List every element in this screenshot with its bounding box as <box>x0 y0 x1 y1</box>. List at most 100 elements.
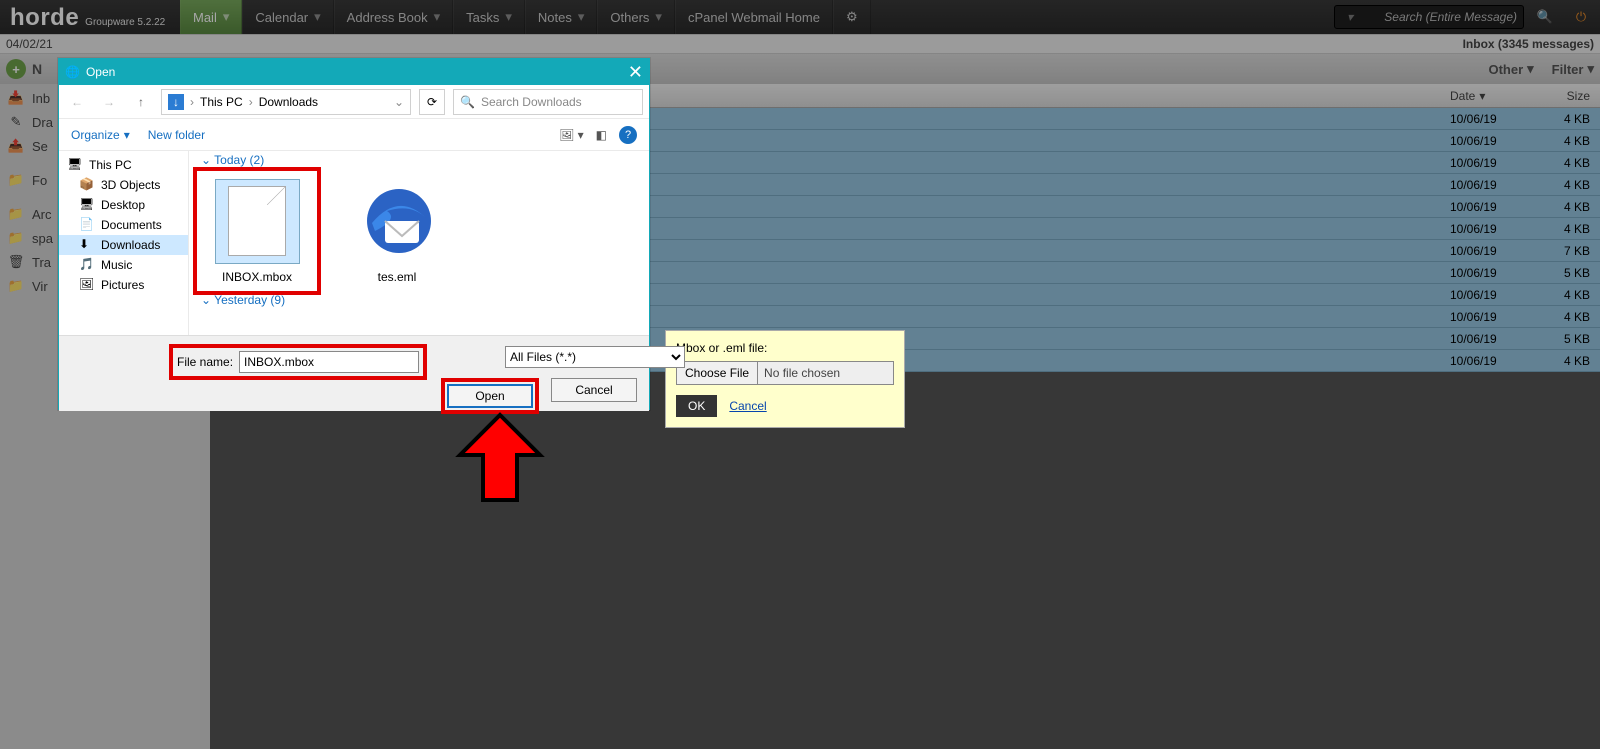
col-date[interactable]: Date▾ <box>1450 89 1530 103</box>
refresh-button[interactable]: ⟳ <box>419 89 445 115</box>
folder-icon: 📁 <box>8 278 24 294</box>
search-folder[interactable]: 🔍 Search Downloads <box>453 89 643 115</box>
chevron-down-icon: ▾ <box>1347 10 1353 24</box>
ok-button[interactable]: OK <box>676 395 717 417</box>
download-icon: ↓ <box>168 94 184 110</box>
msg-date: 10/06/19 <box>1450 112 1530 126</box>
nav-others[interactable]: Others▾ <box>597 0 675 34</box>
search-icon: 🔍 <box>1537 9 1553 25</box>
download-icon: ⬇ <box>79 237 95 253</box>
nav-notes[interactable]: Notes▾ <box>525 0 598 34</box>
msg-date: 10/06/19 <box>1450 200 1530 214</box>
group-today[interactable]: ⌄ Today (2) <box>201 153 637 167</box>
msg-date: 10/06/19 <box>1450 332 1530 346</box>
music-icon: 🎵 <box>79 257 95 273</box>
msg-date: 10/06/19 <box>1450 266 1530 280</box>
pc-icon: 🖥 <box>67 157 83 173</box>
import-popup: Mbox or .eml file: Choose File No file c… <box>665 330 905 428</box>
dialog-title: Open <box>86 65 115 79</box>
newfolder-button[interactable]: New folder <box>148 128 205 142</box>
bc-thispc[interactable]: This PC <box>200 95 243 109</box>
chevron-down-icon: ▾ <box>1587 61 1594 77</box>
nav-mail[interactable]: Mail▾ <box>180 0 242 34</box>
file-view: ⌄ Today (2) INBOX.mbox tes.eml ⌄ Yesterd… <box>189 151 649 335</box>
bc-downloads[interactable]: Downloads <box>259 95 318 109</box>
filename-label: File name: <box>177 355 233 369</box>
cancel-button[interactable]: Cancel <box>551 378 637 402</box>
forward-button[interactable]: → <box>97 95 121 109</box>
msg-date: 10/06/19 <box>1450 244 1530 258</box>
search-folder-ph: Search Downloads <box>481 95 582 109</box>
nav-addressbook[interactable]: Address Book▾ <box>334 0 453 34</box>
status-bar: 04/02/21 Inbox (3345 messages) <box>0 34 1600 54</box>
msg-size: 4 KB <box>1530 112 1600 126</box>
tree-desktop[interactable]: 🖥Desktop <box>59 195 188 215</box>
organize-menu[interactable]: Organize ▾ <box>71 128 130 142</box>
breadcrumb[interactable]: ↓ › This PC › Downloads ⌄ <box>161 89 411 115</box>
nav-settings[interactable]: ⚙ <box>833 0 871 34</box>
tree-documents[interactable]: 📄Documents <box>59 215 188 235</box>
logout-button[interactable]: ⏻ <box>1566 2 1596 32</box>
tree-downloads[interactable]: ⬇Downloads <box>59 235 188 255</box>
other-dropdown[interactable]: Other▾ <box>1488 61 1533 77</box>
msg-date: 10/06/19 <box>1450 178 1530 192</box>
tree-3d[interactable]: 📦3D Objects <box>59 175 188 195</box>
chevron-down-icon[interactable]: ⌄ <box>394 95 404 109</box>
documents-icon: 📄 <box>79 217 95 233</box>
close-icon[interactable]: ✕ <box>628 63 643 81</box>
msg-date: 10/06/19 <box>1450 310 1530 324</box>
choose-file-button[interactable]: Choose File <box>677 362 758 384</box>
nav-tasks[interactable]: Tasks▾ <box>453 0 525 34</box>
inbox-count: Inbox (3345 messages) <box>1463 37 1594 51</box>
file-input-wrap[interactable]: Choose File No file chosen <box>676 361 894 385</box>
brand: horde <box>10 4 79 32</box>
group-yesterday[interactable]: ⌄ Yesterday (9) <box>201 293 637 307</box>
open-button[interactable]: Open <box>447 384 533 408</box>
folder-icon: 📦 <box>79 177 95 193</box>
trash-icon: 🗑 <box>8 254 24 270</box>
tree-thispc[interactable]: 🖥This PC <box>59 155 188 175</box>
filetype-select[interactable]: All Files (*.*) <box>505 346 685 368</box>
inbox-icon: 📥 <box>8 90 24 106</box>
new-label: N <box>32 61 42 77</box>
filter-dropdown[interactable]: Filter▾ <box>1552 61 1594 77</box>
pictures-icon: 🖼 <box>79 277 95 293</box>
search-placeholder: Search (Entire Message) <box>1384 10 1517 24</box>
dialog-titlebar[interactable]: 🌐 Open ✕ <box>59 59 649 85</box>
nav-cpanel[interactable]: cPanel Webmail Home <box>675 0 833 34</box>
back-button[interactable]: ← <box>65 95 89 109</box>
app-icon: 🌐 <box>65 65 80 79</box>
global-search[interactable]: ▾ Search (Entire Message) <box>1334 5 1524 29</box>
logout-icon: ⏻ <box>1576 9 1586 25</box>
search-icon: 🔍 <box>460 95 475 109</box>
path-bar: ← → ↑ ↓ › This PC › Downloads ⌄ ⟳ 🔍 Sear… <box>59 85 649 119</box>
cancel-link[interactable]: Cancel <box>729 399 766 413</box>
search-button[interactable]: 🔍 <box>1530 2 1560 32</box>
msg-size: 4 KB <box>1530 156 1600 170</box>
folder-icon: 📁 <box>8 230 24 246</box>
tree-pictures[interactable]: 🖼Pictures <box>59 275 188 295</box>
no-file-label: No file chosen <box>758 366 846 380</box>
col-size[interactable]: Size <box>1530 89 1600 103</box>
chevron-down-icon: ▾ <box>223 9 230 25</box>
thunderbird-icon <box>357 181 437 261</box>
file-tes-eml[interactable]: tes.eml <box>337 171 457 291</box>
msg-date: 10/06/19 <box>1450 288 1530 302</box>
preview-icon[interactable]: ◧ <box>596 128 607 142</box>
file-inbox-mbox[interactable]: INBOX.mbox <box>197 171 317 291</box>
chevron-down-icon: ▾ <box>655 9 662 25</box>
popup-title: Mbox or .eml file: <box>676 341 894 355</box>
nav-calendar[interactable]: Calendar▾ <box>242 0 333 34</box>
view-icon[interactable]: 🖼 ▾ <box>559 128 584 142</box>
filename-input[interactable] <box>239 351 419 373</box>
msg-size: 4 KB <box>1530 134 1600 148</box>
up-button[interactable]: ↑ <box>129 95 153 109</box>
drafts-icon: ✎ <box>8 114 24 130</box>
msg-date: 10/06/19 <box>1450 354 1530 368</box>
new-button[interactable]: + <box>6 59 26 79</box>
open-highlight: Open <box>441 378 539 414</box>
desktop-icon: 🖥 <box>79 197 95 213</box>
msg-size: 4 KB <box>1530 200 1600 214</box>
tree-music[interactable]: 🎵Music <box>59 255 188 275</box>
help-icon[interactable]: ? <box>619 126 637 144</box>
